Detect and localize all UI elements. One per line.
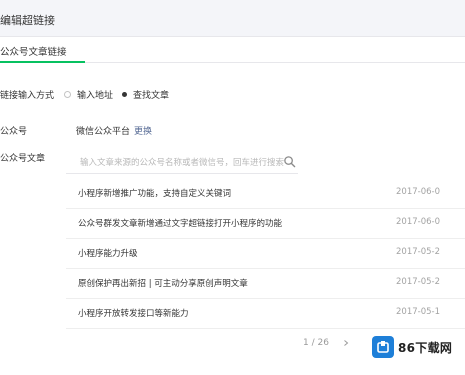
article-date: 2017-05-1 bbox=[396, 307, 440, 317]
article-title: 小程序能力升级 bbox=[78, 249, 138, 259]
radio-input-url[interactable]: 输入地址 bbox=[64, 88, 113, 101]
tab-bar: 公众号文章链接 bbox=[0, 36, 465, 63]
article-label: 公众号文章 bbox=[0, 154, 46, 164]
search-placeholder: 输入文章来源的公众号名称或者微信号，回车进行搜索 bbox=[80, 158, 285, 168]
radio-find-article[interactable]: 查找文章 bbox=[122, 88, 169, 101]
article-row[interactable]: 公众号群发文章新增通过文字超链接打开小程序的功能 2017-06-0 bbox=[66, 209, 465, 239]
pagination: 1 / 26 bbox=[303, 338, 349, 348]
article-search-input[interactable]: 输入文章来源的公众号名称或者微信号，回车进行搜索 bbox=[66, 151, 298, 174]
article-date: 2017-06-0 bbox=[396, 187, 440, 197]
search-icon[interactable] bbox=[283, 155, 296, 168]
tab-article-link[interactable]: 公众号文章链接 bbox=[0, 44, 85, 63]
change-account-link[interactable]: 更换 bbox=[134, 127, 152, 137]
article-date: 2017-06-0 bbox=[396, 217, 440, 227]
article-row[interactable]: 小程序能力升级 2017-05-2 bbox=[66, 239, 465, 269]
article-row[interactable]: 小程序开放转发接口等新能力 2017-05-1 bbox=[66, 299, 465, 329]
article-date: 2017-05-2 bbox=[396, 277, 440, 287]
article-list: 小程序新增推广功能，支持自定义关键词 2017-06-0 公众号群发文章新增通过… bbox=[66, 179, 465, 329]
radio-circle-checked bbox=[122, 92, 127, 97]
account-name: 微信公众平台 bbox=[76, 127, 131, 137]
chevron-right-icon[interactable] bbox=[343, 340, 349, 346]
article-title: 原创保护再出新招 | 可主动分享原创声明文章 bbox=[78, 279, 248, 289]
article-row[interactable]: 小程序新增推广功能，支持自定义关键词 2017-06-0 bbox=[66, 179, 465, 209]
radio-label: 输入地址 bbox=[77, 91, 114, 101]
watermark-logo: 86下载网 bbox=[372, 332, 462, 362]
article-date: 2017-05-2 bbox=[396, 247, 440, 257]
article-title: 小程序新增推广功能，支持自定义关键词 bbox=[78, 189, 232, 199]
watermark-text: 86下载网 bbox=[398, 340, 453, 355]
download-box-icon bbox=[372, 336, 394, 358]
radio-label: 查找文章 bbox=[133, 91, 170, 101]
account-value: 微信公众平台 更换 bbox=[76, 124, 152, 137]
dialog-header: 编辑超链接 bbox=[0, 0, 465, 37]
page-indicator: 1 / 26 bbox=[303, 338, 329, 348]
article-title: 公众号群发文章新增通过文字超链接打开小程序的功能 bbox=[78, 219, 283, 229]
article-row[interactable]: 原创保护再出新招 | 可主动分享原创声明文章 2017-05-2 bbox=[66, 269, 465, 299]
dialog-title: 编辑超链接 bbox=[0, 14, 55, 27]
account-label: 公众号 bbox=[0, 127, 28, 137]
radio-circle bbox=[64, 91, 71, 98]
link-method-label: 链接输入方式 bbox=[0, 91, 55, 101]
article-title: 小程序开放转发接口等新能力 bbox=[78, 309, 189, 319]
